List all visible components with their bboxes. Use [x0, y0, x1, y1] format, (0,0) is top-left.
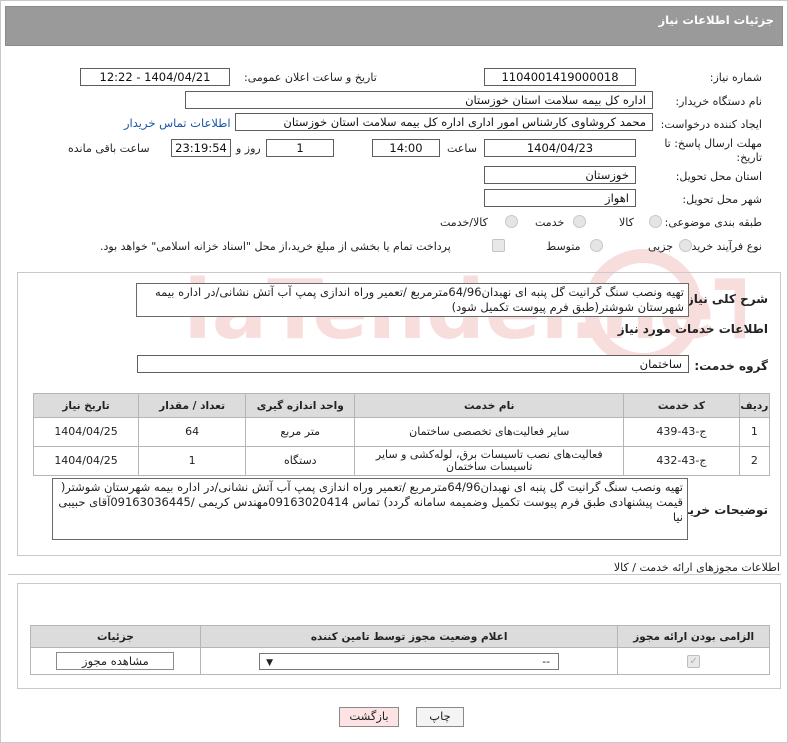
- cell-code: ج-43-432: [623, 446, 740, 476]
- permits-table: الزامی بودن ارائه مجوز اعلام وضعیت مجوز …: [30, 625, 770, 675]
- days-label: روز و: [236, 142, 261, 155]
- process-radio-minor[interactable]: [679, 239, 692, 252]
- process-option-medium: متوسط: [546, 240, 581, 253]
- summary-label: شرح کلی نیاز:: [682, 292, 768, 306]
- announce-label: تاریخ و ساعت اعلان عمومی:: [244, 71, 377, 84]
- permits-table-header: الزامی بودن ارائه مجوز اعلام وضعیت مجوز …: [30, 625, 770, 648]
- buyer-org-label: نام دستگاه خریدار:: [675, 95, 762, 108]
- cell-qty: 1: [138, 446, 247, 476]
- table-row: 1 ج-43-439 سایر فعالیت‌های تخصصی ساختمان…: [32, 417, 771, 447]
- col-row: ردیف: [738, 393, 771, 418]
- required-checkbox: ✓: [687, 654, 701, 668]
- cell-name: فعالیت‌های نصب تاسیسات برق، لوله‌کشی و س…: [354, 446, 625, 476]
- category-option-goods-service: کالا/خدمت: [440, 216, 488, 229]
- treasury-payment-note: پرداخت تمام یا بخشی از مبلغ خرید،از محل …: [100, 240, 451, 253]
- permits-divider: [8, 574, 781, 575]
- service-group-label: گروه خدمت:: [694, 359, 768, 373]
- cell-row: 2: [738, 446, 771, 476]
- cell-code: ج-43-439: [623, 417, 740, 447]
- cell-unit: متر مربع: [245, 417, 356, 447]
- creator-label: ایجاد کننده درخواست:: [660, 118, 762, 131]
- table-row: 2 ج-43-432 فعالیت‌های نصب تاسیسات برق، ل…: [32, 446, 771, 476]
- col-date: تاریخ نیاز: [32, 393, 140, 418]
- permit-status-value: --: [542, 654, 551, 668]
- cell-date: 1404/04/25: [32, 417, 140, 447]
- deadline-time-label: ساعت: [447, 142, 477, 155]
- category-label: طبقه بندی موضوعی:: [664, 216, 762, 229]
- service-group-field: ساختمان: [137, 355, 689, 373]
- services-section-title: اطلاعات خدمات مورد نیاز: [617, 322, 768, 336]
- remaining-time-field: 23:19:54: [171, 139, 231, 157]
- category-radio-service[interactable]: [573, 215, 586, 228]
- permits-title: اطلاعات مجوزهای ارائه خدمت / کالا: [613, 561, 780, 574]
- creator-field: محمد کروشاوی کارشناس امور اداری اداره کل…: [235, 113, 653, 131]
- process-radio-medium[interactable]: [590, 239, 603, 252]
- buyer-notes-textarea[interactable]: تهیه ونصب سنگ گرانیت گل پنبه ای نهبدان64…: [52, 478, 688, 540]
- process-label: نوع فرآیند خرید :: [684, 240, 762, 253]
- need-number-field: 1104001419000018: [484, 68, 636, 86]
- cell-qty: 64: [138, 417, 247, 447]
- cell-required: ✓: [617, 647, 770, 675]
- col-name: نام خدمت: [354, 393, 625, 418]
- contact-buyer-link[interactable]: اطلاعات تماس خریدار: [124, 116, 231, 130]
- summary-textarea[interactable]: تهیه ونصب سنگ گرانیت گل پنبه ای نهبدان64…: [136, 283, 689, 317]
- col-details: جزئیات: [30, 625, 201, 648]
- services-table-header: ردیف کد خدمت نام خدمت واحد اندازه گیری ت…: [32, 393, 771, 418]
- buyer-org-field: اداره کل بیمه سلامت استان خوزستان: [185, 91, 653, 109]
- back-button[interactable]: بازگشت: [339, 707, 399, 727]
- view-permit-button[interactable]: مشاهده مجوز: [56, 652, 175, 670]
- category-radio-goods[interactable]: [649, 215, 662, 228]
- cell-row: 1: [738, 417, 771, 447]
- cell-name: سایر فعالیت‌های تخصصی ساختمان: [354, 417, 625, 447]
- page-title: جزئیات اطلاعات نیاز: [658, 13, 774, 27]
- services-table: ردیف کد خدمت نام خدمت واحد اندازه گیری ت…: [32, 393, 771, 476]
- table-row: ✓ -- ▼ مشاهده مجوز: [30, 647, 770, 675]
- deadline-time-field: 14:00: [372, 139, 440, 157]
- province-field: خوزستان: [484, 166, 636, 184]
- permit-status-select[interactable]: -- ▼: [259, 652, 560, 670]
- cell-date: 1404/04/25: [32, 446, 140, 476]
- remaining-label: ساعت باقی مانده: [68, 142, 150, 155]
- days-field: 1: [266, 139, 334, 157]
- need-number-label: شماره نیاز:: [709, 71, 762, 84]
- treasury-payment-checkbox[interactable]: [492, 239, 505, 252]
- col-required: الزامی بودن ارائه مجوز: [617, 625, 770, 648]
- deadline-label: مهلت ارسال پاسخ: تا تاریخ:: [664, 137, 762, 164]
- chevron-down-icon: ▼: [266, 657, 274, 668]
- city-field: اهواز: [484, 189, 636, 207]
- cell-details: مشاهده مجوز: [30, 647, 201, 675]
- category-option-goods: کالا: [619, 216, 634, 229]
- city-label: شهر محل تحویل:: [682, 193, 762, 206]
- deadline-date-field: 1404/04/23: [484, 139, 636, 157]
- category-option-service: خدمت: [535, 216, 565, 229]
- col-unit: واحد اندازه گیری: [245, 393, 356, 418]
- cell-status: -- ▼: [199, 647, 619, 675]
- process-option-minor: جزیی: [648, 240, 674, 253]
- cell-unit: دستگاه: [245, 446, 356, 476]
- print-button[interactable]: چاپ: [416, 707, 464, 727]
- col-code: کد خدمت: [623, 393, 740, 418]
- category-radio-goods-service[interactable]: [505, 215, 518, 228]
- announce-field: 1404/04/21 - 12:22: [80, 68, 230, 86]
- col-status: اعلام وضعیت مجوز توسط تامین کننده: [199, 625, 619, 648]
- col-qty: تعداد / مقدار: [138, 393, 247, 418]
- province-label: استان محل تحویل:: [675, 170, 762, 183]
